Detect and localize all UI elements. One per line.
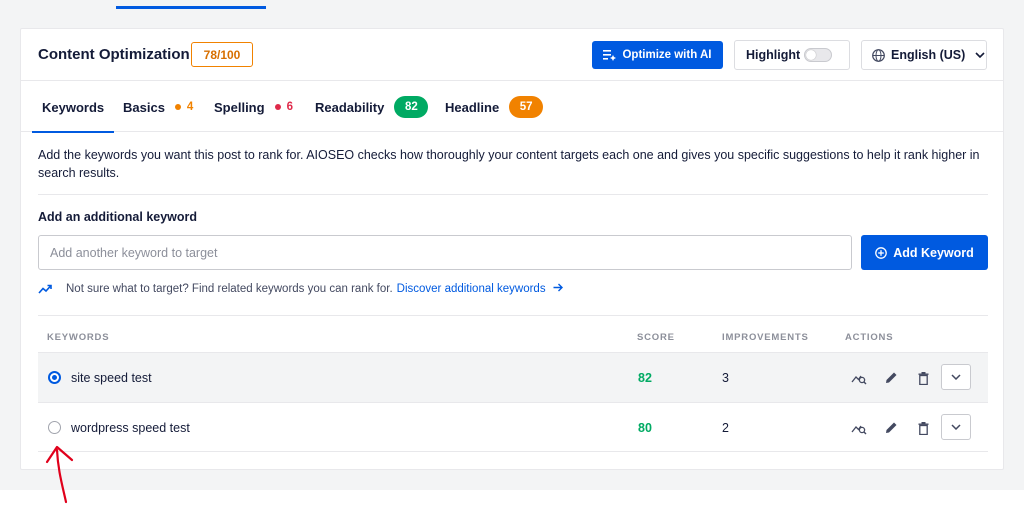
row-expand-dropdown[interactable] [941, 414, 971, 440]
chevron-down-icon [951, 424, 961, 430]
hint-text: Not sure what to target? Find related ke… [66, 283, 393, 295]
tab-readability[interactable]: Readability 82 [315, 82, 429, 132]
keyword-analysis-icon [851, 425, 867, 435]
keyword-analysis-icon [851, 375, 867, 385]
keyword-text: site speed test [71, 371, 152, 385]
tab-bar: Keywords Basics 4 Spelling 6 Readability… [21, 82, 1003, 133]
language-label: English (US) [891, 48, 966, 62]
basics-status-dot [174, 104, 181, 110]
chevron-down-icon [951, 374, 961, 380]
ai-list-icon [603, 50, 617, 61]
plus-circle-icon [875, 246, 888, 259]
analyze-keyword-button[interactable] [851, 420, 867, 436]
add-keyword-label-text: Add Keyword [893, 245, 974, 260]
keyword-hint: Not sure what to target? Find related ke… [38, 283, 563, 295]
basics-count: 4 [186, 101, 194, 113]
tab-spelling[interactable]: Spelling 6 [214, 82, 293, 132]
table-row: wordpress speed test 80 2 [38, 402, 988, 452]
headline-score-pill: 57 [509, 96, 544, 118]
edit-keyword-button[interactable] [883, 420, 899, 436]
tab-headline-label: Headline [445, 99, 500, 115]
page-title: Content Optimization [38, 46, 190, 63]
keyword-score: 82 [638, 371, 652, 385]
tab-readability-label: Readability [315, 99, 385, 115]
divider [38, 315, 988, 316]
tab-keywords-label: Keywords [42, 99, 105, 115]
row-expand-dropdown[interactable] [941, 364, 971, 390]
divider [38, 194, 988, 195]
keyword-text: wordpress speed test [71, 421, 190, 435]
add-keyword-label: Add an additional keyword [38, 210, 198, 224]
overall-score-badge: 78/100 [191, 42, 253, 67]
column-header-improvements: IMPROVEMENTS [722, 332, 809, 343]
table-row: site speed test 82 3 [38, 352, 988, 402]
top-tab-indicator [116, 6, 266, 9]
highlight-control: Highlight [734, 40, 850, 70]
analyze-keyword-button[interactable] [851, 370, 867, 386]
keyword-input[interactable] [38, 235, 852, 270]
spelling-count: 6 [286, 101, 293, 113]
keyword-score: 80 [638, 421, 652, 435]
tab-basics-label: Basics [123, 99, 165, 115]
discover-keywords-link[interactable]: Discover additional keywords [397, 283, 563, 295]
add-keyword-button[interactable]: Add Keyword [861, 235, 988, 270]
trash-icon [918, 371, 928, 385]
annotation-arrow [45, 445, 74, 504]
keyword-radio-selected[interactable] [48, 371, 61, 384]
tab-basics[interactable]: Basics 4 [123, 82, 193, 132]
spelling-status-dot [274, 104, 281, 110]
chevron-down-icon [975, 52, 985, 58]
language-select[interactable]: English (US) [861, 40, 987, 70]
trash-icon [918, 421, 928, 435]
keyword-improvements: 3 [722, 371, 729, 385]
delete-keyword-button[interactable] [915, 370, 931, 386]
tab-spelling-label: Spelling [214, 99, 265, 115]
readability-score-pill: 82 [394, 96, 429, 118]
pencil-icon [886, 422, 897, 433]
tab-keywords[interactable]: Keywords [31, 82, 115, 133]
delete-keyword-button[interactable] [915, 420, 931, 436]
globe-icon [872, 48, 885, 62]
column-header-keywords: KEYWORDS [47, 332, 110, 343]
highlight-toggle[interactable] [804, 48, 832, 62]
arrow-right-icon [553, 283, 563, 292]
column-header-score: SCORE [637, 332, 675, 343]
column-header-actions: ACTIONS [845, 332, 894, 343]
optimize-with-ai-button[interactable]: Optimize with AI [592, 41, 723, 69]
trend-up-icon [38, 284, 52, 294]
content-optimization-card: Content Optimization 78/100 Optimize wit… [20, 28, 1004, 470]
discover-keywords-link-text: Discover additional keywords [396, 283, 546, 295]
edit-keyword-button[interactable] [883, 370, 899, 386]
card-header: Content Optimization 78/100 Optimize wit… [21, 29, 1003, 81]
keyword-radio[interactable] [48, 421, 61, 434]
optimize-with-ai-label: Optimize with AI [622, 49, 712, 61]
tab-headline[interactable]: Headline 57 [445, 82, 544, 132]
pencil-icon [886, 372, 897, 383]
keywords-description: Add the keywords you want this post to r… [38, 148, 980, 180]
keyword-improvements: 2 [722, 421, 729, 435]
highlight-label: Highlight [746, 48, 801, 62]
